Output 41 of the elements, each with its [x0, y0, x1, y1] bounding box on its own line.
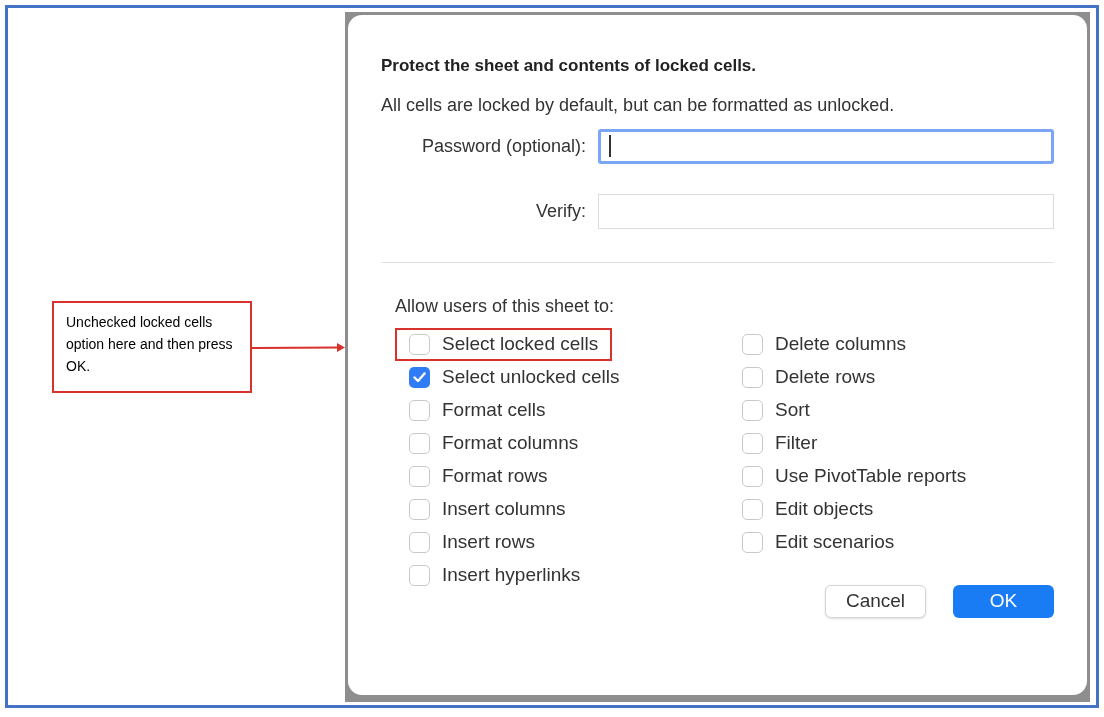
- text-cursor-icon: [609, 135, 611, 157]
- option-label: Delete columns: [775, 331, 906, 356]
- dialog-title: Protect the sheet and contents of locked cells.: [381, 55, 758, 77]
- input-field[interactable]: [598, 128, 1054, 164]
- checkbox[interactable]: [742, 531, 763, 553]
- checkbox[interactable]: [409, 432, 430, 454]
- option-label: Format columns: [442, 430, 579, 455]
- option-label: Delete rows: [775, 364, 876, 389]
- option-label: Edit scenarios: [775, 529, 895, 554]
- checkbox[interactable]: [742, 333, 763, 355]
- checkbox[interactable]: [742, 432, 763, 454]
- checkbox[interactable]: [409, 498, 430, 520]
- option-label: Format cells: [442, 397, 546, 422]
- checkmark-icon: [413, 371, 426, 383]
- option-label: Filter: [775, 430, 818, 455]
- checkbox[interactable]: [409, 399, 430, 421]
- allow-label: Allow users of this sheet to:: [395, 294, 616, 318]
- option-label: Select unlocked cells: [442, 364, 620, 389]
- option-label: Insert hyperlinks: [442, 562, 581, 587]
- checkbox[interactable]: [409, 564, 430, 586]
- option-label: Format rows: [442, 463, 548, 488]
- checkbox[interactable]: [742, 498, 763, 520]
- dialog-description: All cells are locked by default, but can be formatted as unlocked.: [381, 93, 896, 117]
- option-label: Sort: [775, 397, 810, 422]
- option-label: Select locked cells: [442, 331, 599, 356]
- checkbox[interactable]: [742, 366, 763, 388]
- field-label: Verify:: [534, 199, 586, 223]
- option-label: Insert rows: [442, 529, 535, 554]
- option-label: Insert columns: [442, 496, 566, 521]
- callout-text: Unchecked locked cells option here and then press OK.: [66, 313, 234, 376]
- ok-button[interactable]: OK: [953, 584, 1054, 618]
- checkbox[interactable]: [742, 465, 763, 487]
- option-label: Edit objects: [775, 496, 874, 521]
- field-label: Password (optional):: [420, 134, 586, 158]
- checkbox[interactable]: [409, 531, 430, 553]
- checkbox[interactable]: [409, 465, 430, 487]
- checkbox[interactable]: [409, 366, 430, 388]
- cancel-button[interactable]: Cancel: [825, 584, 926, 618]
- checkbox[interactable]: [742, 399, 763, 421]
- option-label: Use PivotTable reports: [775, 463, 967, 488]
- checkbox[interactable]: [409, 333, 430, 355]
